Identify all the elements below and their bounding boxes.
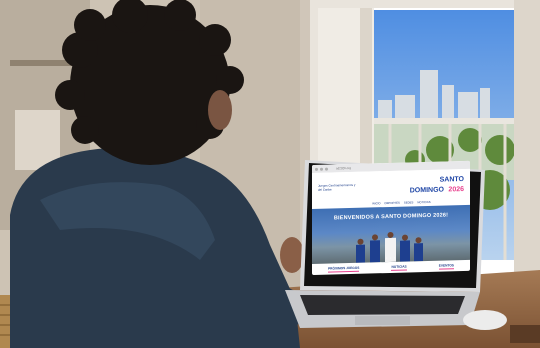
logo-year: 2026: [448, 185, 464, 193]
nav-item[interactable]: SEDES: [404, 200, 413, 204]
hand-left: [280, 237, 304, 273]
window-control-icon[interactable]: [315, 167, 318, 171]
laptop-screen: sd2026.org Juegos Centroamericanos y del…: [312, 160, 470, 275]
site-tagline: Juegos Centroamericanos y del Caribe: [318, 182, 356, 192]
section-link[interactable]: PRÓXIMOS JUEGOS: [328, 265, 360, 273]
trackpad: [355, 316, 410, 325]
window-control-icon[interactable]: [325, 167, 328, 171]
address-bar[interactable]: sd2026.org: [336, 166, 351, 170]
notebook: [510, 325, 540, 343]
ear: [208, 90, 232, 130]
section-link[interactable]: NOTICIAS: [391, 264, 407, 271]
photo-scene: sd2026.org Juegos Centroamericanos y del…: [0, 0, 540, 348]
balcony-rail: [372, 118, 514, 124]
nav-item[interactable]: INICIO: [372, 201, 381, 205]
nav-item[interactable]: NOTICIAS: [417, 200, 430, 204]
site-header: Juegos Centroamericanos y del Caribe SAN…: [312, 168, 470, 203]
mouse: [463, 310, 507, 330]
logo-line-2: DOMINGO: [409, 186, 444, 194]
nav-item[interactable]: DEPORTES: [385, 201, 400, 205]
hero-banner: BIENVENIDOS A SANTO DOMINGO 2026! • • •: [312, 204, 470, 264]
site-logo[interactable]: SANTO DOMINGO 2026: [410, 176, 464, 194]
hero-title: BIENVENIDOS A SANTO DOMINGO 2026!: [333, 212, 449, 222]
keyboard: [300, 295, 465, 315]
window-control-icon[interactable]: [320, 167, 323, 171]
section-link[interactable]: EVENTOS: [438, 263, 454, 270]
